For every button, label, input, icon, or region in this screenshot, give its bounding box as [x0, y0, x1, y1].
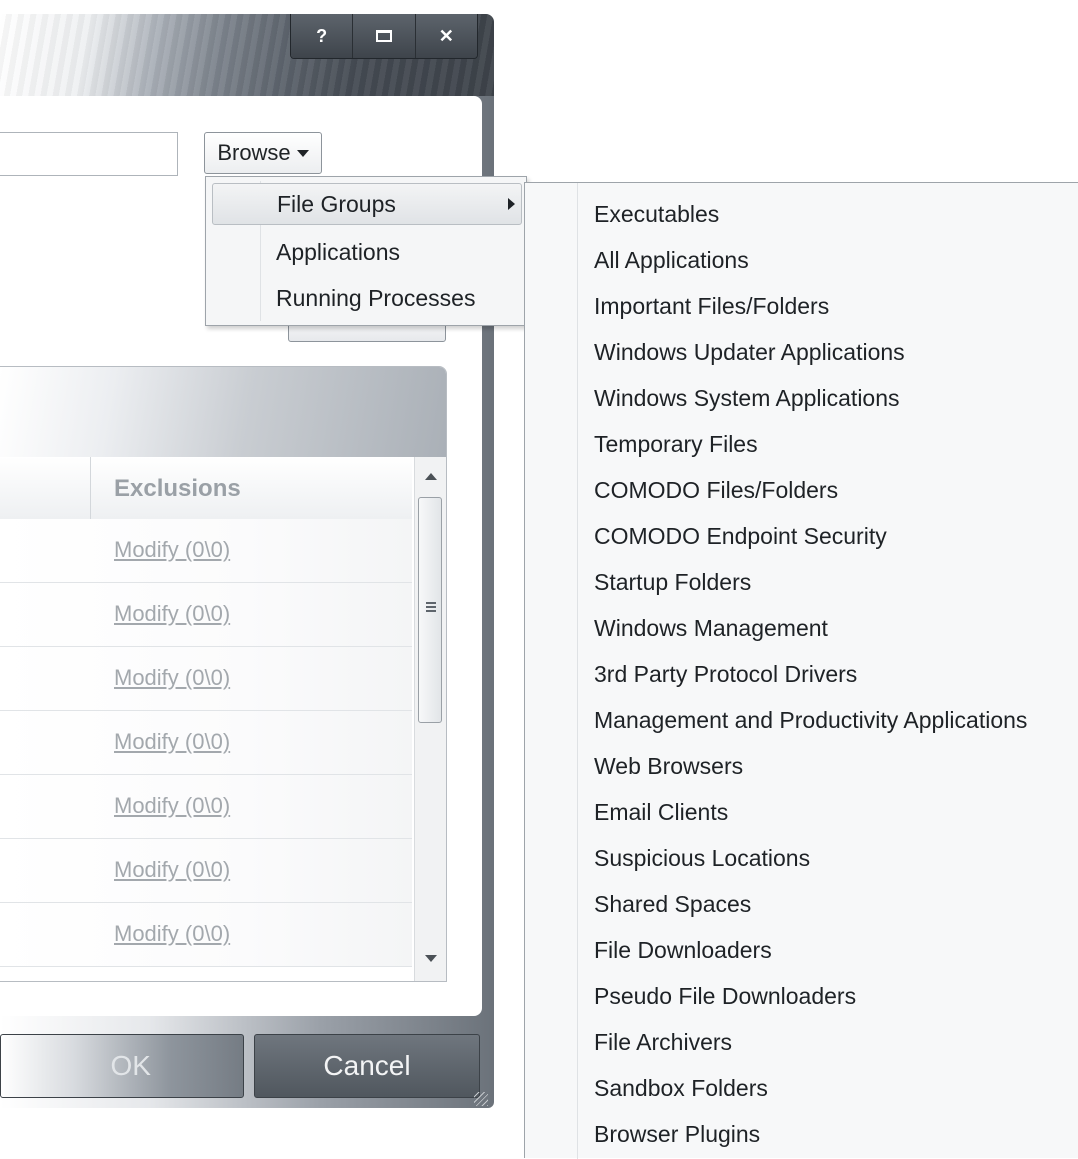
menu-item-label: File Groups [277, 191, 396, 217]
submenu-arrow-icon [508, 198, 515, 210]
grip-icon [426, 602, 436, 613]
menu-item-running-processes[interactable]: Running Processes [212, 277, 522, 319]
scrollbar-thumb[interactable] [418, 497, 442, 723]
modify-exclusions-link[interactable]: Modify (0\0) [114, 537, 230, 563]
modify-exclusions-link[interactable]: Modify (0\0) [114, 665, 230, 691]
table-row[interactable]: Modify (0\0) [0, 583, 412, 647]
maximize-button[interactable] [353, 14, 416, 58]
submenu-item-windows-updater-applications[interactable]: Windows Updater Applications [594, 335, 905, 369]
table-group-header [0, 367, 446, 457]
modify-exclusions-link[interactable]: Modify (0\0) [114, 857, 230, 883]
modify-exclusions-link[interactable]: Modify (0\0) [114, 729, 230, 755]
vertical-scrollbar[interactable] [414, 457, 446, 981]
table-row[interactable]: Modify (0\0) [0, 775, 412, 839]
maximize-icon [375, 30, 392, 42]
submenu-item-windows-system-applications[interactable]: Windows System Applications [594, 381, 900, 415]
exclusions-table: Exclusions Modify (0\0) Modify (0\0) Mod… [0, 366, 447, 982]
browse-button-label: Browse [217, 140, 291, 165]
ok-button[interactable]: OK [0, 1034, 244, 1098]
path-input[interactable] [0, 132, 178, 176]
submenu-item-all-applications[interactable]: All Applications [594, 243, 749, 277]
cancel-button[interactable]: Cancel [254, 1034, 480, 1098]
menu-item-label: Running Processes [276, 285, 476, 311]
submenu-item-important-files-folders[interactable]: Important Files/Folders [594, 289, 829, 323]
submenu-item-web-browsers[interactable]: Web Browsers [594, 749, 743, 783]
submenu-item-email-clients[interactable]: Email Clients [594, 795, 728, 829]
table-row[interactable]: Modify (0\0) [0, 647, 412, 711]
table-row[interactable]: Modify (0\0) [0, 711, 412, 775]
submenu-item-shared-spaces[interactable]: Shared Spaces [594, 887, 751, 921]
submenu-item-comodo-endpoint-security[interactable]: COMODO Endpoint Security [594, 519, 887, 553]
submenu-item-temporary-files[interactable]: Temporary Files [594, 427, 758, 461]
modify-exclusions-link[interactable]: Modify (0\0) [114, 601, 230, 627]
file-groups-submenu: Executables All Applications Important F… [524, 182, 1078, 1159]
table-header: Exclusions [0, 457, 412, 520]
submenu-item-windows-management[interactable]: Windows Management [594, 611, 828, 645]
submenu-item-suspicious-locations[interactable]: Suspicious Locations [594, 841, 810, 875]
table-row[interactable]: Modify (0\0) [0, 839, 412, 903]
help-button[interactable]: ? [291, 14, 354, 58]
menu-item-label: Applications [276, 239, 401, 265]
submenu-item-file-archivers[interactable]: File Archivers [594, 1025, 732, 1059]
submenu-item-startup-folders[interactable]: Startup Folders [594, 565, 751, 599]
submenu-item-management-productivity-applications[interactable]: Management and Productivity Applications [594, 703, 1027, 737]
submenu-item-browser-plugins[interactable]: Browser Plugins [594, 1117, 760, 1151]
submenu-item-sandbox-folders[interactable]: Sandbox Folders [594, 1071, 768, 1105]
table-rows: Modify (0\0) Modify (0\0) Modify (0\0) M… [0, 519, 412, 967]
submenu-item-pseudo-file-downloaders[interactable]: Pseudo File Downloaders [594, 979, 856, 1013]
chevron-down-icon [296, 149, 309, 157]
submenu-item-comodo-files-folders[interactable]: COMODO Files/Folders [594, 473, 838, 507]
column-divider[interactable] [90, 457, 91, 519]
column-header-exclusions[interactable]: Exclusions [114, 475, 241, 503]
caption-buttons: ? ✕ [290, 14, 478, 59]
scroll-up-icon[interactable] [425, 473, 437, 480]
menu-item-file-groups[interactable]: File Groups [212, 183, 522, 225]
modify-exclusions-link[interactable]: Modify (0\0) [114, 793, 230, 819]
submenu-item-3rd-party-protocol-drivers[interactable]: 3rd Party Protocol Drivers [594, 657, 857, 691]
resize-grip-icon[interactable] [474, 1092, 488, 1106]
table-row[interactable]: Modify (0\0) [0, 903, 412, 967]
browse-button[interactable]: Browse [204, 132, 322, 174]
browse-menu: File Groups Applications Running Process… [205, 176, 527, 326]
scroll-down-icon[interactable] [425, 955, 437, 962]
submenu-item-executables[interactable]: Executables [594, 197, 719, 231]
table-row[interactable]: Modify (0\0) [0, 519, 412, 583]
close-button[interactable]: ✕ [415, 14, 477, 58]
submenu-item-file-downloaders[interactable]: File Downloaders [594, 933, 772, 967]
menu-item-applications[interactable]: Applications [212, 231, 522, 273]
menu-divider [577, 183, 578, 1159]
title-bar[interactable]: ? ✕ [0, 14, 494, 96]
modify-exclusions-link[interactable]: Modify (0\0) [114, 921, 230, 947]
